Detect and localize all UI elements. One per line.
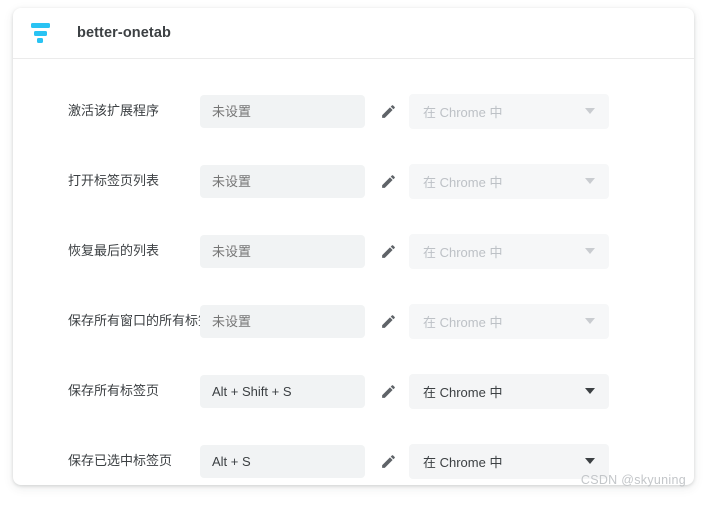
shortcut-command-label: 打开标签页列表 <box>68 173 160 188</box>
chevron-down-icon <box>585 318 595 324</box>
pencil-icon <box>381 314 395 328</box>
shortcut-command-label: 激活该扩展程序 <box>68 103 160 118</box>
shortcut-input[interactable] <box>200 444 365 478</box>
scope-select-value: 在 Chrome 中 <box>423 454 503 470</box>
edit-shortcut-button[interactable] <box>371 374 405 408</box>
chevron-down-icon <box>585 178 595 184</box>
edit-shortcut-button[interactable] <box>371 164 405 198</box>
scope-select: 在 Chrome 中 <box>409 303 609 339</box>
shortcut-row: 打开标签页列表 在 Chrome 中 <box>13 146 694 216</box>
scope-select: 在 Chrome 中 <box>409 163 609 199</box>
shortcut-input[interactable] <box>200 94 365 128</box>
better-onetab-logo-icon <box>27 20 53 46</box>
pencil-icon <box>381 104 395 118</box>
edit-shortcut-button[interactable] <box>371 94 405 128</box>
shortcut-row: 保存所有标签页 在 Chrome 中 <box>13 356 694 426</box>
pencil-icon <box>381 174 395 188</box>
shortcut-input[interactable] <box>200 304 365 338</box>
shortcut-command-label: 保存已选中标签页 <box>68 453 173 468</box>
watermark-text: CSDN @skyuning <box>580 473 686 487</box>
shortcut-command-label: 保存所有窗口的所有标签页 <box>68 313 225 328</box>
edit-shortcut-button[interactable] <box>371 234 405 268</box>
shortcut-input[interactable] <box>200 374 365 408</box>
scope-select: 在 Chrome 中 <box>409 93 609 129</box>
chevron-down-icon <box>585 388 595 394</box>
chevron-down-icon <box>585 458 595 464</box>
shortcut-command-label: 恢复最后的列表 <box>68 243 160 258</box>
shortcut-row: 恢复最后的列表 在 Chrome 中 <box>13 216 694 286</box>
pencil-icon <box>381 384 395 398</box>
shortcut-rows-list: 激活该扩展程序在 Chrome 中打开标签页列表在 Chrome 中恢复最后的列… <box>13 59 694 485</box>
edit-shortcut-button[interactable] <box>371 444 405 478</box>
scope-select-value: 在 Chrome 中 <box>423 314 503 330</box>
shortcut-input[interactable] <box>200 164 365 198</box>
scope-select-value: 在 Chrome 中 <box>423 384 503 400</box>
scope-select[interactable]: 在 Chrome 中 <box>409 443 609 479</box>
shortcut-command-label: 保存所有标签页 <box>68 383 160 398</box>
card-header: better-onetab <box>13 8 694 59</box>
extension-title: better-onetab <box>77 25 171 41</box>
shortcut-row: 激活该扩展程序 在 Chrome 中 <box>13 76 694 146</box>
scope-select: 在 Chrome 中 <box>409 233 609 269</box>
scope-select-value: 在 Chrome 中 <box>423 174 503 190</box>
chevron-down-icon <box>585 248 595 254</box>
shortcuts-card: better-onetab 激活该扩展程序在 Chrome 中打开标签页列表在 … <box>13 8 694 485</box>
edit-shortcut-button[interactable] <box>371 304 405 338</box>
scope-select[interactable]: 在 Chrome 中 <box>409 373 609 409</box>
pencil-icon <box>381 244 395 258</box>
pencil-icon <box>381 454 395 468</box>
shortcut-input[interactable] <box>200 234 365 268</box>
chevron-down-icon <box>585 108 595 114</box>
shortcut-row: 保存所有窗口的所有标签页 在 Chrome 中 <box>13 286 694 356</box>
scope-select-value: 在 Chrome 中 <box>423 244 503 260</box>
scope-select-value: 在 Chrome 中 <box>423 104 503 120</box>
